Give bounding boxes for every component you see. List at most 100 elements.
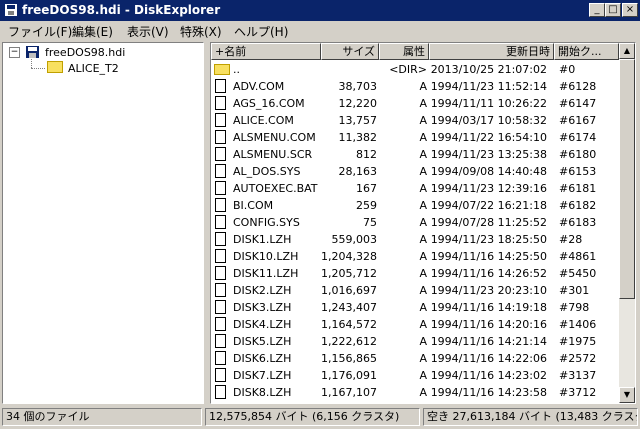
maximize-button[interactable]: □ bbox=[605, 3, 621, 17]
table-row[interactable]: DISK4.LZH 1,164,572 A 1994/11/16 14:20:16 #1… bbox=[211, 316, 619, 333]
file-start-cluster: #3712 bbox=[559, 386, 597, 399]
table-row[interactable]: BI.COM 259 A 1994/07/22 16:21:18 #6182 bbox=[211, 197, 619, 214]
file-icon bbox=[215, 300, 226, 314]
file-size: 167 bbox=[356, 182, 377, 195]
menu-special[interactable]: 特殊(X) bbox=[180, 23, 222, 40]
table-row[interactable]: .. <DIR> 2013/10/25 21:07:02 #0 bbox=[211, 61, 619, 78]
file-start-cluster: #3137 bbox=[559, 369, 597, 382]
file-start-cluster: #28 bbox=[559, 233, 583, 246]
table-row[interactable]: CONFIG.SYS 75 A 1994/07/28 11:25:52 #6183 bbox=[211, 214, 619, 231]
file-start-cluster: #0 bbox=[559, 63, 576, 76]
tree-root-label[interactable]: freeDOS98.hdi bbox=[45, 46, 125, 59]
menu-help[interactable]: ヘルプ(H) bbox=[234, 23, 288, 40]
table-row[interactable]: AUTOEXEC.BAT 167 A 1994/11/23 12:39:16 #6181 bbox=[211, 180, 619, 197]
file-attr: A bbox=[419, 114, 427, 127]
file-modified: 1994/07/22 16:21:18 bbox=[430, 199, 547, 212]
file-icon bbox=[215, 385, 226, 399]
file-modified: 1994/11/16 14:25:50 bbox=[430, 250, 547, 263]
file-size: 1,164,572 bbox=[321, 318, 377, 331]
file-size: 559,003 bbox=[331, 233, 378, 246]
scroll-up-icon[interactable]: ▲ bbox=[619, 43, 635, 59]
file-start-cluster: #1406 bbox=[559, 318, 597, 331]
tree-collapse-toggle[interactable]: − bbox=[9, 47, 20, 58]
file-name: ADV.COM bbox=[233, 80, 285, 93]
minimize-button[interactable]: _ bbox=[589, 3, 605, 17]
file-icon bbox=[215, 232, 226, 246]
file-icon bbox=[215, 266, 226, 280]
file-name: .. bbox=[233, 63, 240, 76]
menu-file[interactable]: ファイル(F) bbox=[8, 23, 72, 40]
file-start-cluster: #6183 bbox=[559, 216, 597, 229]
file-name: DISK2.LZH bbox=[233, 284, 292, 297]
file-start-cluster: #6128 bbox=[559, 80, 597, 93]
menu-view[interactable]: 表示(V) bbox=[127, 23, 169, 40]
file-modified: 1994/11/16 14:23:58 bbox=[430, 386, 547, 399]
file-modified: 1994/11/23 20:23:10 bbox=[430, 284, 547, 297]
file-modified: 1994/11/23 12:39:16 bbox=[430, 182, 547, 195]
file-name: AGS_16.COM bbox=[233, 97, 305, 110]
file-attr: A bbox=[419, 284, 427, 297]
file-attr: A bbox=[419, 386, 427, 399]
file-icon bbox=[215, 351, 226, 365]
file-modified: 1994/11/11 10:26:22 bbox=[430, 97, 547, 110]
table-row[interactable]: DISK1.LZH 559,003 A 1994/11/23 18:25:50 #28 bbox=[211, 231, 619, 248]
tree-child-label[interactable]: ALICE_T2 bbox=[68, 62, 119, 75]
column-size[interactable]: サイズ bbox=[321, 43, 379, 60]
file-name: ALSMENU.SCR bbox=[233, 148, 313, 161]
scroll-down-icon[interactable]: ▼ bbox=[619, 387, 635, 403]
file-attr: A bbox=[419, 131, 427, 144]
file-modified: 1994/11/16 14:21:14 bbox=[430, 335, 547, 348]
table-row[interactable]: DISK8.LZH 1,167,107 A 1994/11/16 14:23:58 #3… bbox=[211, 384, 619, 401]
title-bar[interactable]: freeDOS98.hdi - DiskExplorer _ □ × bbox=[0, 0, 640, 21]
file-start-cluster: #6182 bbox=[559, 199, 597, 212]
file-size: 1,016,697 bbox=[321, 284, 377, 297]
menu-edit[interactable]: 編集(E) bbox=[72, 23, 113, 40]
file-start-cluster: #6153 bbox=[559, 165, 597, 178]
file-attr: A bbox=[419, 97, 427, 110]
vertical-scrollbar[interactable]: ▲ ▼ bbox=[619, 43, 635, 403]
table-row[interactable]: DISK7.LZH 1,176,091 A 1994/11/16 14:23:02 #3… bbox=[211, 367, 619, 384]
file-modified: 1994/11/23 13:25:38 bbox=[430, 148, 547, 161]
scroll-thumb[interactable] bbox=[619, 59, 635, 299]
status-total-size: 12,575,854 バイト (6,156 クラスタ) bbox=[205, 408, 420, 426]
table-row[interactable]: ADV.COM 38,703 A 1994/11/23 11:52:14 #6128 bbox=[211, 78, 619, 95]
table-row[interactable]: DISK11.LZH 1,205,712 A 1994/11/16 14:26:52 #… bbox=[211, 265, 619, 282]
table-row[interactable]: DISK5.LZH 1,222,612 A 1994/11/16 14:21:14 #1… bbox=[211, 333, 619, 350]
file-modified: 1994/11/22 16:54:10 bbox=[430, 131, 547, 144]
file-start-cluster: #6180 bbox=[559, 148, 597, 161]
file-attr: A bbox=[419, 267, 427, 280]
table-row[interactable]: DISK6.LZH 1,156,865 A 1994/11/16 14:22:06 #2… bbox=[211, 350, 619, 367]
file-attr: A bbox=[419, 233, 427, 246]
table-row[interactable]: ALSMENU.COM 11,382 A 1994/11/22 16:54:10 #61… bbox=[211, 129, 619, 146]
file-size: 1,204,328 bbox=[321, 250, 377, 263]
folder-tree[interactable]: − freeDOS98.hdi ALICE_T2 bbox=[2, 42, 204, 404]
file-attr: A bbox=[419, 335, 427, 348]
file-attr: A bbox=[419, 199, 427, 212]
table-row[interactable]: ALSMENU.SCR 812 A 1994/11/23 13:25:38 #6180 bbox=[211, 146, 619, 163]
file-size: 11,382 bbox=[338, 131, 378, 144]
column-attr[interactable]: 属性 bbox=[379, 43, 429, 60]
file-size: 259 bbox=[356, 199, 377, 212]
table-row[interactable]: DISK3.LZH 1,243,407 A 1994/11/16 14:19:18 #7… bbox=[211, 299, 619, 316]
file-start-cluster: #5450 bbox=[559, 267, 597, 280]
file-name: DISK1.LZH bbox=[233, 233, 292, 246]
column-start-cluster[interactable]: 開始ク... bbox=[554, 43, 619, 60]
column-modified[interactable]: 更新日時 bbox=[429, 43, 554, 60]
file-name: DISK6.LZH bbox=[233, 352, 292, 365]
column-name[interactable]: +名前 bbox=[211, 43, 321, 60]
menu-bar: ファイル(F) 編集(E) 表示(V) 特殊(X) ヘルプ(H) bbox=[0, 21, 640, 40]
file-icon bbox=[215, 96, 226, 110]
file-start-cluster: #6167 bbox=[559, 114, 597, 127]
table-row[interactable]: ALICE.COM 13,757 A 1994/03/17 10:58:32 #6167 bbox=[211, 112, 619, 129]
file-size: 28,163 bbox=[338, 165, 378, 178]
table-row[interactable]: AL_DOS.SYS 28,163 A 1994/09/08 14:40:48 #615… bbox=[211, 163, 619, 180]
file-name: AUTOEXEC.BAT bbox=[233, 182, 318, 195]
close-button[interactable]: × bbox=[622, 3, 638, 17]
table-row[interactable]: DISK10.LZH 1,204,328 A 1994/11/16 14:25:50 #… bbox=[211, 248, 619, 265]
file-modified: 1994/11/16 14:22:06 bbox=[430, 352, 547, 365]
table-row[interactable]: DISK2.LZH 1,016,697 A 1994/11/23 20:23:10 #3… bbox=[211, 282, 619, 299]
folder-icon bbox=[214, 64, 230, 75]
file-modified: 2013/10/25 21:07:02 bbox=[430, 63, 547, 76]
file-size: 1,176,091 bbox=[321, 369, 377, 382]
table-row[interactable]: AGS_16.COM 12,220 A 1994/11/11 10:26:22 #614… bbox=[211, 95, 619, 112]
